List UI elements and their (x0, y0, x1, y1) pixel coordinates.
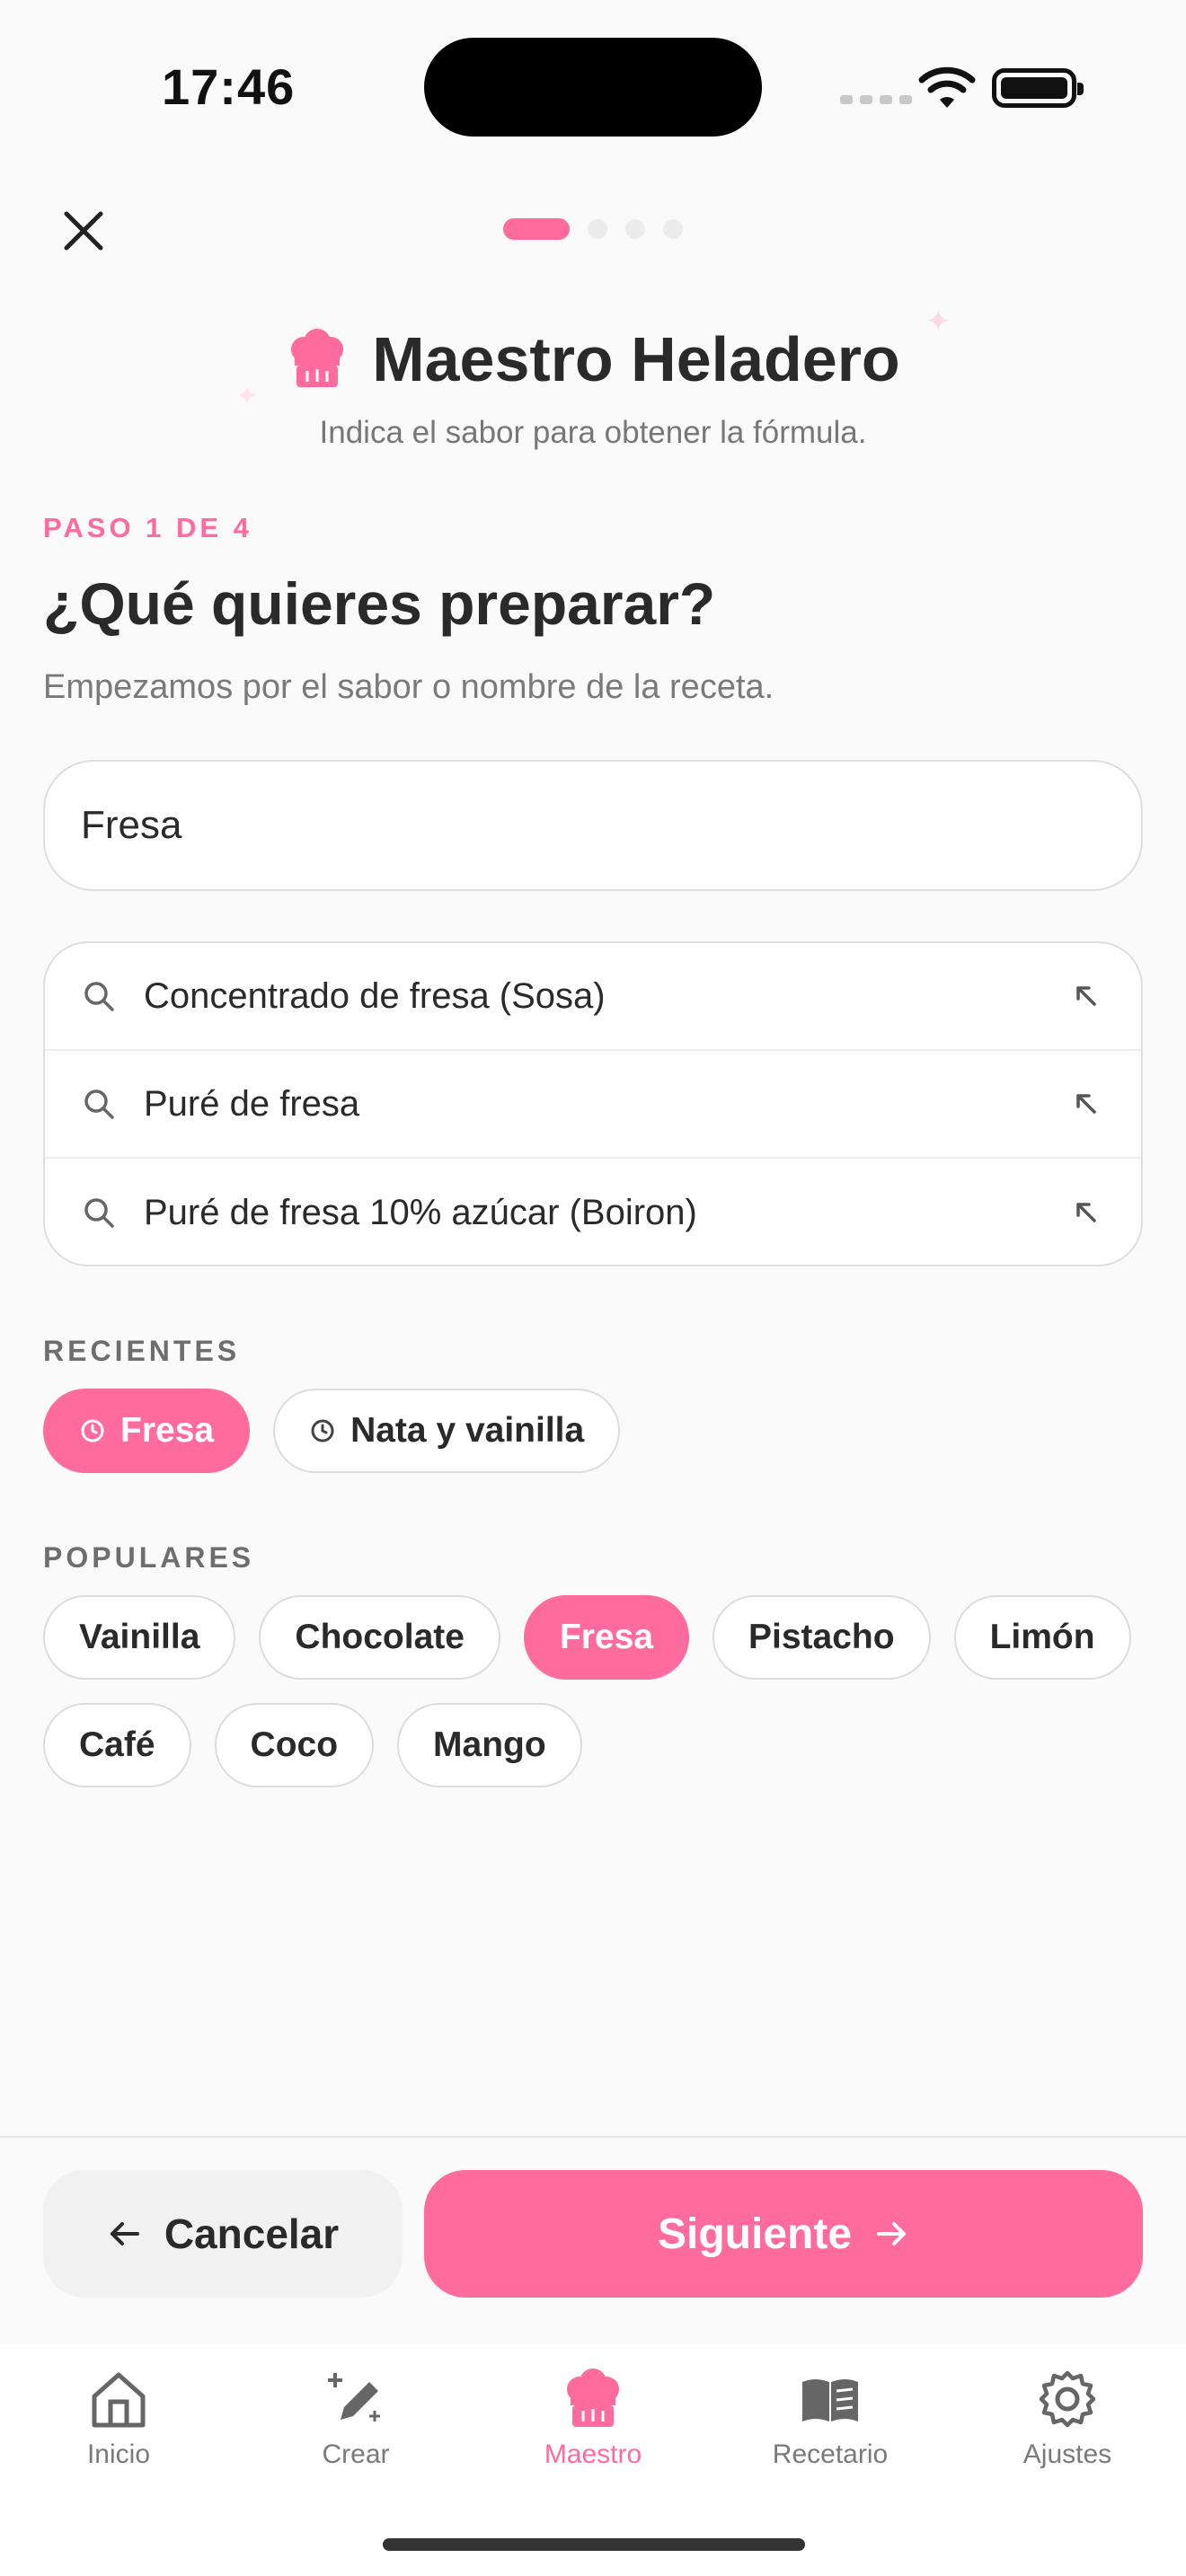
chip-label: Nata y vainilla (350, 1411, 585, 1450)
next-label: Siguiente (657, 2210, 853, 2258)
suggestion-item[interactable]: Puré de fresa 10% azúcar (Boiron) (45, 1159, 1141, 1265)
popular-chip[interactable]: Vainilla (43, 1595, 236, 1680)
recent-chip[interactable]: Fresa (43, 1389, 251, 1473)
search-icon (84, 1090, 114, 1119)
close-icon (64, 211, 103, 251)
popular-chip[interactable]: Coco (214, 1703, 375, 1787)
home-icon (92, 2372, 146, 2428)
arrow-up-left-icon (1076, 1203, 1096, 1222)
step-question: ¿Qué quieres preparar? (43, 570, 716, 637)
screen: 17:46 ✦ ✦ Maestro Heladero Indica el sab… (0, 0, 1186, 2576)
flavor-input[interactable]: Fresa (43, 760, 1143, 891)
dynamic-island (424, 38, 762, 137)
popular-chip[interactable]: Limón (953, 1595, 1131, 1680)
populares-chips-row1: Vainilla Chocolate Fresa Pistacho Limón (43, 1595, 1131, 1680)
gear-icon (1039, 2370, 1096, 2428)
chip-label: Fresa (120, 1411, 215, 1450)
cancel-button[interactable]: Cancelar (43, 2170, 403, 2298)
suggestion-label: Puré de fresa (144, 1083, 360, 1124)
search-icon (84, 982, 114, 1011)
step-hint: Empezamos por el sabor o nombre de la re… (43, 668, 774, 706)
progress-step (588, 219, 607, 239)
tab-crear[interactable]: Crear (257, 2368, 455, 2470)
search-icon (84, 1198, 114, 1228)
tab-label: Crear (322, 2439, 390, 2469)
clock-icon (81, 1419, 104, 1442)
tab-label: Maestro (544, 2439, 642, 2469)
cellular-signal-icon (840, 95, 912, 104)
arrow-left-icon (110, 2222, 139, 2245)
next-button[interactable]: Siguiente (424, 2170, 1143, 2298)
tab-label: Inicio (86, 2439, 151, 2469)
clock-icon (311, 1419, 334, 1442)
popular-chip[interactable]: Pistacho (712, 1595, 931, 1680)
battery-icon (992, 68, 1084, 108)
step-label: PASO 1 DE 4 (43, 512, 252, 543)
divider (0, 2136, 1186, 2138)
suggestion-label: Puré de fresa 10% azúcar (Boiron) (144, 1192, 697, 1232)
chef-hat-icon (567, 2369, 619, 2427)
arrow-up-left-icon (1076, 1094, 1096, 1114)
header: Maestro Heladero Indica el sabor para ob… (0, 323, 1186, 451)
step-progress-indicator (503, 218, 683, 240)
suggestion-label: Concentrado de fresa (Sosa) (144, 975, 606, 1016)
recientes-label: RECIENTES (43, 1335, 241, 1367)
wifi-icon (918, 66, 976, 108)
populares-chips-row2: Café Coco Mango (43, 1703, 582, 1787)
progress-step (625, 219, 645, 239)
home-indicator (383, 2538, 805, 2551)
recientes-chips: Fresa Nata y vainilla (43, 1389, 621, 1473)
tab-inicio[interactable]: Inicio (20, 2368, 217, 2470)
tab-recetario[interactable]: Recetario (731, 2368, 929, 2470)
popular-chip[interactable]: Fresa (523, 1595, 690, 1680)
suggestion-item[interactable]: Concentrado de fresa (Sosa) (45, 943, 1141, 1051)
tab-maestro[interactable]: Maestro (494, 2368, 692, 2470)
cancel-label: Cancelar (164, 2210, 340, 2257)
tab-label: Recetario (772, 2439, 889, 2469)
status-time: 17:46 (162, 58, 296, 115)
popular-chip[interactable]: Café (43, 1703, 191, 1787)
tab-label: Ajustes (1022, 2439, 1112, 2469)
chef-hat-icon (291, 329, 344, 387)
suggestion-item[interactable]: Puré de fresa (45, 1051, 1141, 1159)
progress-step (663, 219, 683, 239)
arrow-up-left-icon (1076, 986, 1096, 1006)
suggestions-list: Concentrado de fresa (Sosa) Puré de fres… (43, 941, 1143, 1266)
magic-pen-icon (328, 2373, 380, 2422)
populares-label: POPULARES (43, 1541, 255, 1574)
popular-chip[interactable]: Chocolate (259, 1595, 500, 1680)
close-button[interactable] (56, 203, 111, 259)
popular-chip[interactable]: Mango (397, 1703, 582, 1787)
app-subtitle: Indica el sabor para obtener la fórmula. (319, 415, 867, 450)
arrow-right-icon (877, 2222, 907, 2245)
progress-step-active (503, 218, 570, 240)
tab-ajustes[interactable]: Ajustes (969, 2368, 1166, 2470)
book-icon (802, 2379, 858, 2422)
app-title: Maestro Heladero (372, 324, 900, 394)
recent-chip[interactable]: Nata y vainilla (273, 1389, 621, 1473)
